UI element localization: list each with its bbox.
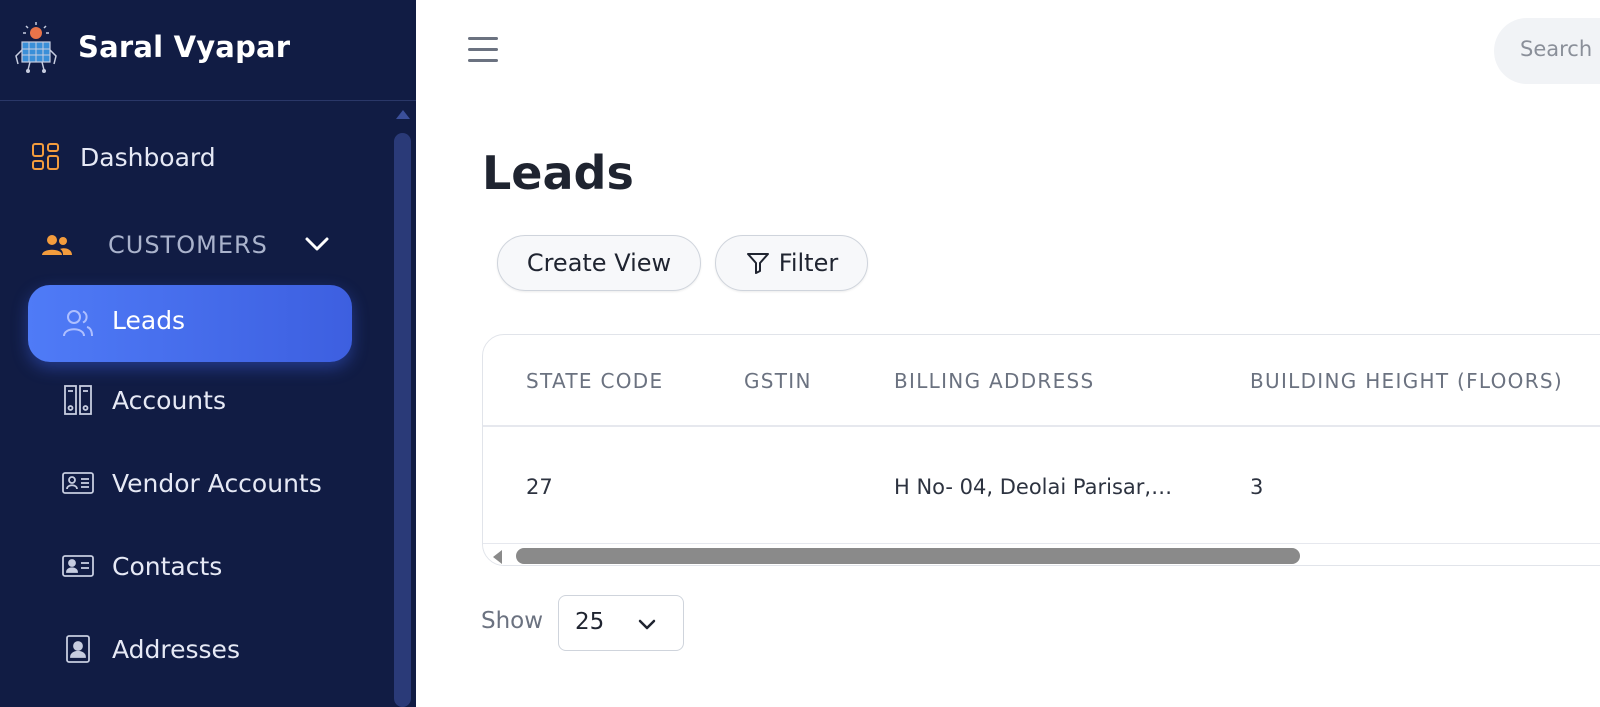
show-label: Show — [481, 608, 544, 634]
filter-icon — [745, 250, 771, 276]
filter-button[interactable]: Filter — [715, 235, 868, 291]
id-card-icon — [62, 550, 94, 582]
users-outline-icon — [62, 307, 96, 341]
leads-table: STATE CODE GSTIN BILLING ADDRESS BUILDIN… — [482, 334, 1600, 566]
page-size-select[interactable]: 25 — [558, 595, 684, 651]
column-header-building-height[interactable]: BUILDING HEIGHT (FLOORS) — [1250, 369, 1563, 393]
sidebar: Saral Vyapar Dashboard CUSTOMERS Leads A… — [0, 0, 416, 707]
sidebar-item-addresses[interactable]: Addresses — [62, 629, 240, 669]
sidebar-item-label: Dashboard — [80, 142, 216, 172]
sidebar-item-label: Leads — [112, 306, 186, 335]
horizontal-scrollbar[interactable] — [483, 544, 1600, 565]
section-label: CUSTOMERS — [108, 231, 268, 259]
solar-robot-logo — [15, 22, 57, 73]
sidebar-item-label: Addresses — [112, 634, 240, 664]
page-size-value: 25 — [575, 609, 605, 635]
chevron-down-icon — [635, 612, 659, 636]
grid-icon — [30, 141, 62, 173]
filter-label: Filter — [778, 249, 839, 277]
sidebar-item-label: Vendor Accounts — [112, 468, 322, 498]
top-bar — [416, 0, 1600, 101]
sidebar-section-customers[interactable]: CUSTOMERS — [40, 225, 329, 265]
table-header: STATE CODE GSTIN BILLING ADDRESS BUILDIN… — [483, 335, 1600, 427]
page-title: Leads — [482, 146, 634, 200]
brand-header: Saral Vyapar — [0, 0, 416, 101]
main-content: Leads Create View Filter STATE CODE GSTI… — [416, 101, 1600, 707]
column-header-gstin[interactable]: GSTIN — [744, 369, 812, 393]
cell-building-height: 3 — [1250, 475, 1264, 499]
column-header-state-code[interactable]: STATE CODE — [526, 369, 663, 393]
binders-icon — [62, 384, 94, 416]
brand-name: Saral Vyapar — [78, 30, 291, 64]
search-input[interactable] — [1520, 37, 1600, 61]
sidebar-item-vendor-accounts[interactable]: Vendor Accounts — [62, 463, 322, 503]
scroll-left-arrow[interactable] — [493, 550, 502, 564]
sidebar-scrollbar[interactable] — [394, 133, 411, 707]
sidebar-item-contacts[interactable]: Contacts — [62, 546, 222, 586]
cell-state-code: 27 — [526, 475, 553, 499]
sidebar-item-dashboard[interactable]: Dashboard — [30, 139, 216, 175]
table-row[interactable]: 27 H No- 04, Deolai Parisar,… 3 — [483, 429, 1600, 544]
chevron-down-icon[interactable] — [302, 229, 332, 259]
vendor-card-icon — [62, 467, 94, 499]
scrollbar-thumb[interactable] — [516, 548, 1300, 564]
menu-icon[interactable] — [468, 37, 498, 63]
address-book-icon — [62, 633, 94, 665]
column-header-billing-address[interactable]: BILLING ADDRESS — [894, 369, 1095, 393]
sidebar-item-accounts[interactable]: Accounts — [62, 380, 226, 420]
create-view-button[interactable]: Create View — [497, 235, 701, 291]
sidebar-item-leads[interactable]: Leads — [28, 285, 352, 362]
sidebar-item-label: Contacts — [112, 551, 223, 581]
scroll-up-arrow[interactable] — [396, 110, 410, 119]
cell-billing-address: H No- 04, Deolai Parisar,… — [894, 475, 1173, 499]
users-icon — [40, 231, 74, 259]
sidebar-item-label: Accounts — [112, 385, 226, 415]
search-box[interactable] — [1494, 18, 1600, 84]
